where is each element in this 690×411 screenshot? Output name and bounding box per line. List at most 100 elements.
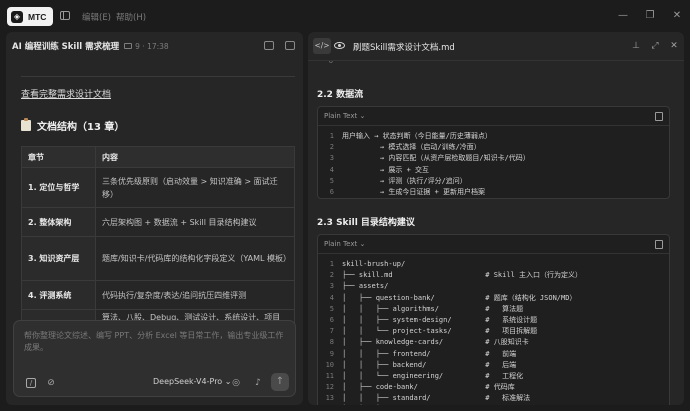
app-badge[interactable]: ◈ MTC	[7, 7, 53, 26]
code-body: 1 skill-brush-up/2 ├── skill.md # Skill 主入…	[318, 254, 669, 405]
view-doc-link[interactable]: 查看完整需求设计文档	[21, 87, 111, 100]
table-row: 1. 定位与哲学 三条优先级原则（启动效量 > 知识准确 > 面试迁移）	[21, 167, 295, 208]
code-text: │ ├── knowledge-cards/ # 八股知识卡	[342, 338, 529, 347]
code-text: │ │ ├── buggy/ # AI 常见错误代码	[342, 404, 557, 405]
code-text: │ │ └── project-tasks/ # 项目拆解题	[342, 327, 538, 336]
app-name: MTC	[28, 11, 47, 22]
table-header-row: 章节 内容	[21, 146, 295, 168]
sidebar-toggle-icon[interactable]	[60, 11, 70, 20]
line-number: 3	[329, 282, 334, 291]
chat-meta: 9 · 17:38	[124, 42, 169, 51]
code-line: 4 │ ├── question-bank/ # 题库（结构化 JSON/MD）	[318, 293, 669, 304]
table-cell-content: 三条优先级原则（启动效量 > 知识准确 > 面试迁移）	[95, 167, 295, 208]
code-body: 1 用户输入 → 状态判断（今日能量/历史薄弱点） 2 → 模式选择（启动/训练/冷…	[318, 126, 669, 198]
slash-command-icon[interactable]: /	[26, 378, 36, 388]
code-line: 2 ├── skill.md # Skill 主入口（行为定义）	[318, 270, 669, 281]
code-line: 7 │ │ └── project-tasks/ # 项目拆解题	[318, 326, 669, 337]
code-line: 5 │ │ ├── algorithms/ # 算法题	[318, 304, 669, 315]
chat-bubble-icon[interactable]: ◎	[231, 378, 241, 388]
code-text: │ │ ├── frontend/ # 前端	[342, 349, 517, 358]
pin-icon[interactable]: ⊥	[631, 41, 641, 51]
line-number: 13	[325, 394, 334, 403]
section-heading-data-flow: 2.2 数据流	[317, 90, 364, 100]
line-number: 10	[325, 360, 334, 369]
chat-header: AI 编程训练 Skill 需求梳理 9 · 17:38	[6, 32, 303, 60]
minimize-icon[interactable]: —	[617, 10, 629, 22]
maximize-icon[interactable]: ❐	[644, 10, 656, 22]
code-line: 1 skill-brush-up/	[318, 259, 669, 270]
expand-icon[interactable]: ⤢	[650, 41, 660, 51]
code-line: 8 │ ├── knowledge-cards/ # 八股知识卡	[318, 337, 669, 348]
partial-code-line: 6	[317, 61, 670, 69]
mic-icon[interactable]: ♪	[253, 378, 263, 388]
code-text: │ │ ├── algorithms/ # 算法题	[342, 304, 524, 313]
table-cell-chapter: 4. 评测系统	[21, 280, 96, 310]
code-line: 5 → 评测（执行/评分/追问）	[318, 176, 669, 187]
line-number: 3	[329, 154, 334, 163]
line-number: 8	[329, 338, 334, 347]
table-header: 内容	[95, 146, 295, 168]
code-line: 10 │ │ ├── backend/ # 后端	[318, 360, 669, 371]
code-text: │ │ └── engineering/ # 工程化	[342, 371, 524, 380]
line-number: 5	[329, 304, 334, 313]
preview-eye-icon[interactable]	[334, 42, 345, 49]
line-number: 6	[329, 187, 334, 196]
language-selector[interactable]: Plain Text ⌄	[324, 240, 365, 248]
table-row: 4. 评测系统 代码执行/复杂度/表达/追问抗压四维评测	[21, 280, 295, 310]
code-line: 4 → 展示 + 交互	[318, 165, 669, 176]
table-cell-content: 六层架构图 + 数据流 + Skill 目录结构建议	[95, 207, 295, 237]
code-line: 6 → 生成今日证据 + 更新用户档案	[318, 187, 669, 198]
code-text: │ │ ├── standard/ # 标准解法	[342, 394, 531, 403]
code-text: │ ├── code-bank/ # 代码库	[342, 383, 515, 392]
line-number: 11	[325, 371, 334, 380]
line-number: 6	[328, 61, 333, 65]
line-number: 12	[325, 383, 334, 392]
table-cell-chapter: 1. 定位与哲学	[21, 167, 96, 208]
table-cell-chapter: 3. 知识资产层	[21, 236, 96, 281]
line-number: 5	[329, 176, 334, 185]
table-row: 3. 知识资产层 题库/知识卡/代码库的结构化字段定义（YAML 模板）	[21, 236, 295, 281]
line-number: 2	[329, 143, 334, 152]
composer-input[interactable]: 帮你整理论文综述、编写 PPT、分析 Excel 等日常工作，输出专业级工作成果…	[24, 330, 289, 354]
language-selector[interactable]: Plain Text ⌄	[324, 112, 365, 120]
model-selector[interactable]: DeepSeek-V4-Pro ⌄	[153, 377, 231, 386]
code-text: → 内容匹配（从资产层检取题目/知识卡/代码）	[342, 154, 530, 163]
code-text: ├── skill.md # Skill 主入口（行为定义）	[342, 271, 583, 280]
chat-meta-text: 9 · 17:38	[135, 41, 169, 51]
copy-icon[interactable]	[655, 240, 663, 249]
document-title: 刷题Skill需求设计文档.md	[353, 43, 455, 53]
code-block-directory: Plain Text ⌄ 1 skill-brush-up/2 ├── skill.…	[317, 234, 670, 405]
send-button[interactable]: ↑	[271, 373, 289, 391]
code-text: │ │ ├── backend/ # 后端	[342, 360, 517, 369]
panel-layout-icon[interactable]	[264, 41, 274, 50]
menu-edit[interactable]: 编辑(E)	[82, 11, 111, 23]
message-composer[interactable]: 帮你整理论文综述、编写 PPT、分析 Excel 等日常工作，输出专业级工作成果…	[13, 320, 296, 397]
close-panel-icon[interactable]: ✕	[669, 41, 679, 51]
code-text: skill-brush-up/	[342, 260, 406, 268]
collapse-icon[interactable]	[285, 41, 295, 50]
section-title: 文档结构（13 章）	[37, 122, 125, 133]
line-number: 6	[329, 315, 334, 324]
menu-help[interactable]: 帮助(H)	[116, 11, 146, 23]
document-header: </> 刷题Skill需求设计文档.md ⊥ ⤢ ✕	[308, 32, 684, 60]
doc-structure-table: 章节 内容 1. 定位与哲学 三条优先级原则（启动效量 > 知识准确 > 面试迁…	[21, 146, 295, 326]
line-number: 7	[329, 327, 334, 336]
code-line: 3 ├── assets/	[318, 281, 669, 292]
app-logo-icon: ◈	[11, 10, 23, 23]
line-number: 1	[329, 260, 334, 268]
copy-icon[interactable]	[655, 112, 663, 121]
code-block-data-flow: Plain Text ⌄ 1 用户输入 → 状态判断（今日能量/历史薄弱点） 2 →…	[317, 106, 670, 200]
attach-icon[interactable]: ⊘	[46, 378, 56, 388]
code-text: → 模式选择（启动/训练/冷面）	[342, 143, 481, 152]
code-line: 1 用户输入 → 状态判断（今日能量/历史薄弱点）	[318, 131, 669, 142]
folder-icon	[124, 43, 133, 49]
code-block-toolbar: Plain Text ⌄	[318, 107, 669, 126]
code-block-toolbar: Plain Text ⌄	[318, 235, 669, 254]
code-view-toggle[interactable]: </>	[313, 38, 331, 54]
close-icon[interactable]: ✕	[671, 10, 683, 22]
chat-title: AI 编程训练 Skill 需求梳理	[12, 42, 120, 52]
line-number: 14	[318, 404, 342, 405]
document-panel: </> 刷题Skill需求设计文档.md ⊥ ⤢ ✕ 6 2.2 数据流 Pla…	[308, 32, 684, 405]
code-text: 用户输入 → 状态判断（今日能量/历史薄弱点）	[342, 132, 492, 140]
code-text: → 评测（执行/评分/追问）	[342, 176, 467, 185]
